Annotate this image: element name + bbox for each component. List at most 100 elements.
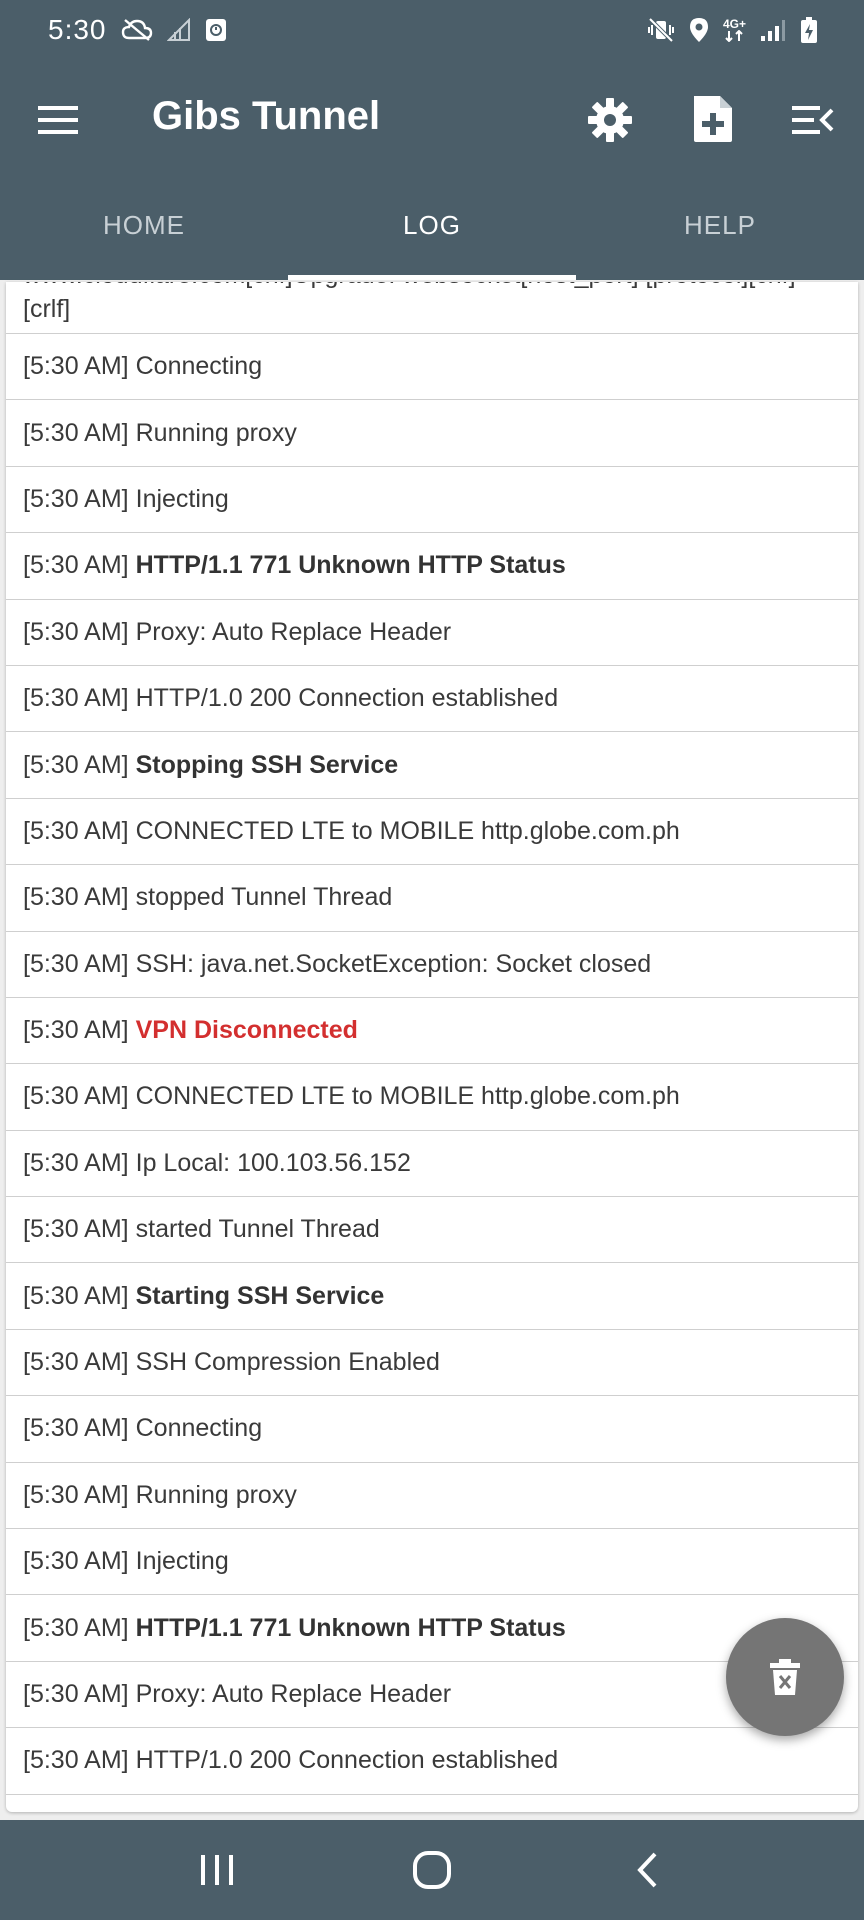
log-timestamp: [5:30 AM]: [23, 1016, 129, 1045]
add-file-button[interactable]: [690, 94, 736, 144]
log-message: HTTP/1.0 200 Connection established: [135, 684, 559, 713]
recent-apps-button[interactable]: [187, 1840, 247, 1900]
log-message: Proxy: Auto Replace Header: [135, 1680, 452, 1708]
back-icon: [636, 1852, 657, 1888]
log-message: Injecting: [135, 484, 229, 513]
log-panel[interactable]: www.cloudflare.com[crlf]Upgrade: websock…: [6, 282, 858, 1812]
settings-button[interactable]: [586, 96, 634, 144]
log-message: VPN Disconnected: [135, 1016, 358, 1045]
home-icon: [412, 1851, 451, 1889]
log-entry: [5:30 AM] Injecting: [6, 1529, 858, 1596]
log-entry: [5:30 AM] Proxy: Auto Replace Header: [6, 600, 858, 666]
menu-open-button[interactable]: [790, 100, 834, 140]
log-message: started Tunnel Thread: [135, 1215, 380, 1244]
log-message: Running proxy: [135, 418, 297, 447]
log-timestamp: [5:30 AM]: [23, 1613, 129, 1642]
log-entry: [5:30 AM] Running proxy: [6, 1463, 858, 1530]
mute-vibrate-icon: [647, 17, 675, 43]
status-bar-right: 4G+: [647, 16, 818, 44]
recent-apps-icon: [201, 1855, 234, 1885]
log-timestamp: [5:30 AM]: [23, 617, 129, 646]
log-message: HTTP/1.1 771 Unknown HTTP Status: [135, 1613, 566, 1642]
menu-icon: [38, 106, 78, 134]
log-timestamp: [5:30 AM]: [23, 1746, 129, 1775]
log-entry: [5:30 AM] Running proxy: [6, 400, 858, 467]
log-timestamp: [5:30 AM]: [23, 1547, 129, 1576]
log-message: stopped Tunnel Thread: [135, 883, 393, 912]
log-message: Proxy: Auto Replace Header: [135, 617, 452, 646]
log-message: Running proxy: [135, 1480, 297, 1509]
log-timestamp: [5:30 AM]: [23, 816, 129, 845]
log-message: HTTP/1.0 200 Connection established: [135, 1746, 559, 1775]
app-root: 5:30 4G+ Gibs Tunnel HOME LOG HELP [crlf…: [0, 0, 864, 1920]
log-entry-text: www.cloudflare.com[crlf]Upgrade: websock…: [23, 282, 796, 323]
log-message: Ip Local: 100.103.56.152: [135, 1148, 411, 1177]
log-message: SSH: java.net.SocketException: Socket cl…: [135, 949, 652, 978]
menu-open-icon: [792, 106, 834, 134]
status-bar-left: 5:30: [48, 14, 227, 46]
location-icon: [689, 17, 709, 43]
log-list: www.cloudflare.com[crlf]Upgrade: websock…: [6, 282, 858, 1795]
log-entry: [5:30 AM] Injecting: [6, 467, 858, 534]
log-message: CONNECTED LTE to MOBILE http.globe.com.p…: [135, 1082, 680, 1111]
log-entry: [5:30 AM] Connecting: [6, 334, 858, 401]
delete-icon: [770, 1659, 800, 1695]
log-message: Starting SSH Service: [135, 1281, 385, 1310]
log-message: CONNECTED LTE to MOBILE http.globe.com.p…: [135, 816, 680, 845]
network-type-label: 4G+: [722, 17, 746, 31]
log-entry: [5:30 AM] started Tunnel Thread: [6, 1197, 858, 1264]
home-button[interactable]: [402, 1840, 462, 1900]
log-timestamp: [5:30 AM]: [23, 1281, 129, 1310]
log-entry: [5:30 AM] Starting SSH Service: [6, 1263, 858, 1330]
log-entry: [5:30 AM] HTTP/1.0 200 Connection establi…: [6, 1728, 858, 1795]
status-time: 5:30: [48, 14, 107, 45]
log-message: Stopping SSH Service: [135, 750, 399, 779]
log-entry-partial: www.cloudflare.com[crlf]Upgrade: websock…: [6, 282, 858, 334]
status-bar: 5:30 4G+: [0, 0, 864, 60]
system-nav-bar: [0, 1820, 864, 1920]
log-timestamp: [5:30 AM]: [23, 1414, 129, 1443]
log-timestamp: [5:30 AM]: [23, 750, 129, 779]
log-entry: [5:30 AM] SSH: java.net.SocketException: …: [6, 932, 858, 998]
log-entry: [5:30 AM] HTTP/1.1 771 Unknown HTTP Statu…: [6, 533, 858, 600]
log-message: HTTP/1.1 771 Unknown HTTP Status: [135, 551, 566, 580]
log-timestamp: [5:30 AM]: [23, 1082, 129, 1111]
log-message: Injecting: [135, 1547, 229, 1576]
log-timestamp: [5:30 AM]: [23, 684, 129, 713]
log-timestamp: [5:30 AM]: [23, 352, 129, 381]
log-entry: [5:30 AM] Connecting: [6, 1396, 858, 1463]
log-timestamp: [5:30 AM]: [23, 883, 129, 912]
log-timestamp: [5:30 AM]: [23, 1215, 129, 1244]
clear-log-button[interactable]: [726, 1618, 844, 1736]
network-4g-icon: 4G+: [723, 18, 746, 42]
log-entry: [5:30 AM] SSH Compression Enabled: [6, 1330, 858, 1397]
log-timestamp: [5:30 AM]: [23, 1480, 129, 1509]
log-entry: [5:30 AM] CONNECTED LTE to MOBILE http.gl…: [6, 1064, 858, 1131]
log-timestamp: [5:30 AM]: [23, 1148, 129, 1177]
log-timestamp: [5:30 AM]: [23, 1348, 129, 1377]
settings-icon: [588, 98, 632, 142]
log-timestamp: [5:30 AM]: [23, 551, 129, 580]
app-title: Gibs Tunnel: [152, 94, 381, 138]
log-entry: [5:30 AM] stopped Tunnel Thread: [6, 865, 858, 932]
log-timestamp: [5:30 AM]: [23, 1680, 129, 1708]
log-entry: [5:30 AM] HTTP/1.0 200 Connection establi…: [6, 666, 858, 733]
back-button[interactable]: [617, 1840, 677, 1900]
no-signal-icon: [166, 18, 191, 42]
cloud-off-icon: [121, 18, 153, 42]
tab-help[interactable]: HELP: [576, 178, 864, 280]
log-timestamp: [5:30 AM]: [23, 418, 129, 447]
notification-icon: [205, 18, 227, 42]
log-message: Connecting: [135, 1414, 263, 1443]
log-message: SSH Compression Enabled: [135, 1348, 440, 1377]
tab-bar: HOME LOG HELP: [0, 178, 864, 280]
log-timestamp: [5:30 AM]: [23, 484, 129, 513]
add-file-icon: [694, 96, 732, 142]
menu-button[interactable]: [36, 100, 80, 140]
tab-log[interactable]: LOG: [288, 178, 576, 280]
tab-home[interactable]: HOME: [0, 178, 288, 280]
log-message: Connecting: [135, 352, 263, 381]
app-bar: Gibs Tunnel: [0, 60, 864, 178]
log-entry: [5:30 AM] VPN Disconnected: [6, 998, 858, 1065]
log-timestamp: [5:30 AM]: [23, 949, 129, 978]
